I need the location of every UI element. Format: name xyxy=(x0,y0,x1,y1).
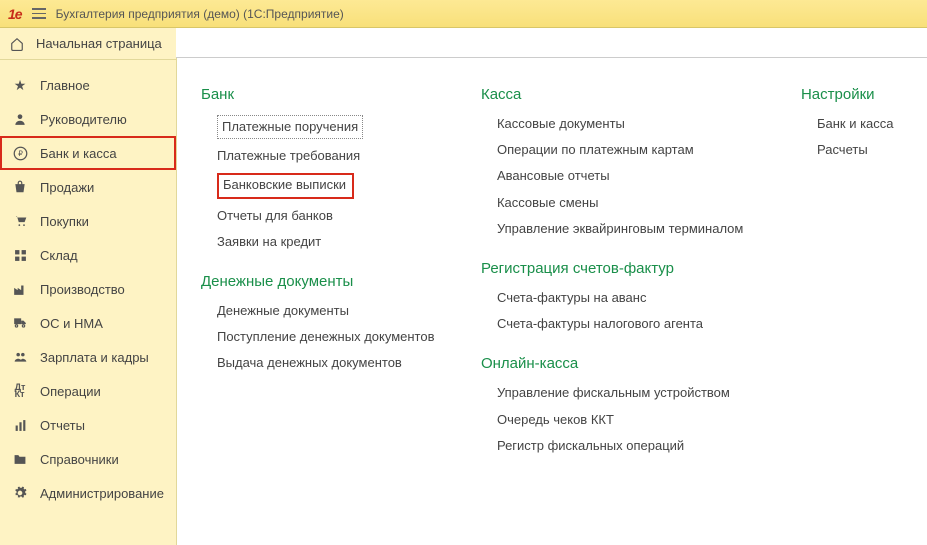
nav-payroll[interactable]: Зарплата и кадры xyxy=(0,340,176,374)
link-card-ops[interactable]: Операции по платежным картам xyxy=(497,141,781,159)
section-money-docs[interactable]: Денежные документы xyxy=(201,273,461,290)
nav-main[interactable]: ★ Главное xyxy=(0,68,176,102)
people-icon xyxy=(12,349,28,365)
link-bank-statements[interactable]: Банковские выписки xyxy=(217,173,354,198)
nav-assets[interactable]: ОС и НМА xyxy=(0,306,176,340)
section-bank[interactable]: Банк xyxy=(201,86,461,103)
nav-label: ОС и НМА xyxy=(40,316,103,331)
truck-icon xyxy=(12,315,28,331)
home-icon xyxy=(10,37,26,51)
dtkt-icon: ДтКт xyxy=(12,383,28,399)
nav-warehouse[interactable]: Склад xyxy=(0,238,176,272)
nav-reports[interactable]: Отчеты xyxy=(0,408,176,442)
ruble-icon: ₽ xyxy=(12,145,28,161)
chart-icon xyxy=(12,417,28,433)
grid-icon xyxy=(12,247,28,263)
nav-admin[interactable]: Администрирование xyxy=(0,476,176,510)
svg-text:₽: ₽ xyxy=(18,149,23,158)
link-fiscal-ops-register[interactable]: Регистр фискальных операций xyxy=(497,437,781,455)
section-invoice-reg[interactable]: Регистрация счетов-фактур xyxy=(481,260,781,277)
link-bank-reports[interactable]: Отчеты для банков xyxy=(217,207,461,225)
link-credit-requests[interactable]: Заявки на кредит xyxy=(217,233,461,251)
tab-strip xyxy=(176,28,927,58)
star-icon: ★ xyxy=(12,77,28,93)
link-settings-bank[interactable]: Банк и касса xyxy=(817,115,921,133)
link-cash-docs[interactable]: Кассовые документы xyxy=(497,115,781,133)
link-money-docs-in[interactable]: Поступление денежных документов xyxy=(217,328,461,346)
link-payment-orders[interactable]: Платежные поручения xyxy=(217,115,363,139)
nav-label: Главное xyxy=(40,78,90,93)
folder-icon xyxy=(12,451,28,467)
nav-label: Продажи xyxy=(40,180,94,195)
factory-icon xyxy=(12,281,28,297)
home-button[interactable]: Начальная страница xyxy=(0,28,176,60)
column-bank: Банк Платежные поручения Платежные требо… xyxy=(201,86,461,455)
gear-icon xyxy=(12,485,28,501)
nav-label: Операции xyxy=(40,384,101,399)
link-receipt-queue[interactable]: Очередь чеков ККТ xyxy=(497,411,781,429)
nav-label: Отчеты xyxy=(40,418,85,433)
column-settings: Настройки Банк и касса Расчеты xyxy=(801,86,921,455)
nav-purchases[interactable]: Покупки xyxy=(0,204,176,238)
nav-operations[interactable]: ДтКт Операции xyxy=(0,374,176,408)
section-online-kassa[interactable]: Онлайн-касса xyxy=(481,355,781,372)
nav-label: Справочники xyxy=(40,452,119,467)
nav-bank-kassa[interactable]: ₽ Банк и касса xyxy=(0,136,176,170)
link-advance-reports[interactable]: Авансовые отчеты xyxy=(497,167,781,185)
nav-label: Банк и касса xyxy=(40,146,117,161)
nav-label: Склад xyxy=(40,248,78,263)
nav-label: Покупки xyxy=(40,214,89,229)
nav-label: Руководителю xyxy=(40,112,127,127)
nav-manager[interactable]: Руководителю xyxy=(0,102,176,136)
section-kassa[interactable]: Касса xyxy=(481,86,781,103)
link-advance-invoices[interactable]: Счета-фактуры на аванс xyxy=(497,289,781,307)
content-area: Банк Платежные поручения Платежные требо… xyxy=(177,28,927,545)
nav-list: ★ Главное Руководителю ₽ Банк и касса Пр xyxy=(0,60,176,510)
nav-label: Производство xyxy=(40,282,125,297)
nav-label: Зарплата и кадры xyxy=(40,350,149,365)
link-payment-requests[interactable]: Платежные требования xyxy=(217,147,461,165)
cart-icon xyxy=(12,213,28,229)
nav-label: Администрирование xyxy=(40,486,164,501)
home-label: Начальная страница xyxy=(36,36,162,51)
nav-production[interactable]: Производство xyxy=(0,272,176,306)
link-money-docs[interactable]: Денежные документы xyxy=(217,302,461,320)
link-cash-shifts[interactable]: Кассовые смены xyxy=(497,194,781,212)
link-settings-payments[interactable]: Расчеты xyxy=(817,141,921,159)
nav-reference[interactable]: Справочники xyxy=(0,442,176,476)
titlebar: 1e Бухгалтерия предприятия (демо) (1С:Пр… xyxy=(0,0,927,28)
sidebar: Начальная страница ★ Главное Руководител… xyxy=(0,28,177,545)
nav-sales[interactable]: Продажи xyxy=(0,170,176,204)
link-money-docs-out[interactable]: Выдача денежных документов xyxy=(217,354,461,372)
app-title: Бухгалтерия предприятия (демо) (1С:Предп… xyxy=(56,7,344,21)
link-tax-agent-invoices[interactable]: Счета-фактуры налогового агента xyxy=(497,315,781,333)
person-icon xyxy=(12,111,28,127)
bag-icon xyxy=(12,179,28,195)
link-acquiring-terminal[interactable]: Управление эквайринговым терминалом xyxy=(497,220,781,238)
column-kassa: Касса Кассовые документы Операции по пла… xyxy=(481,86,781,455)
hamburger-icon[interactable] xyxy=(32,8,46,19)
link-fiscal-device[interactable]: Управление фискальным устройством xyxy=(497,384,781,402)
logo-1c: 1e xyxy=(8,6,22,22)
section-settings[interactable]: Настройки xyxy=(801,86,921,103)
